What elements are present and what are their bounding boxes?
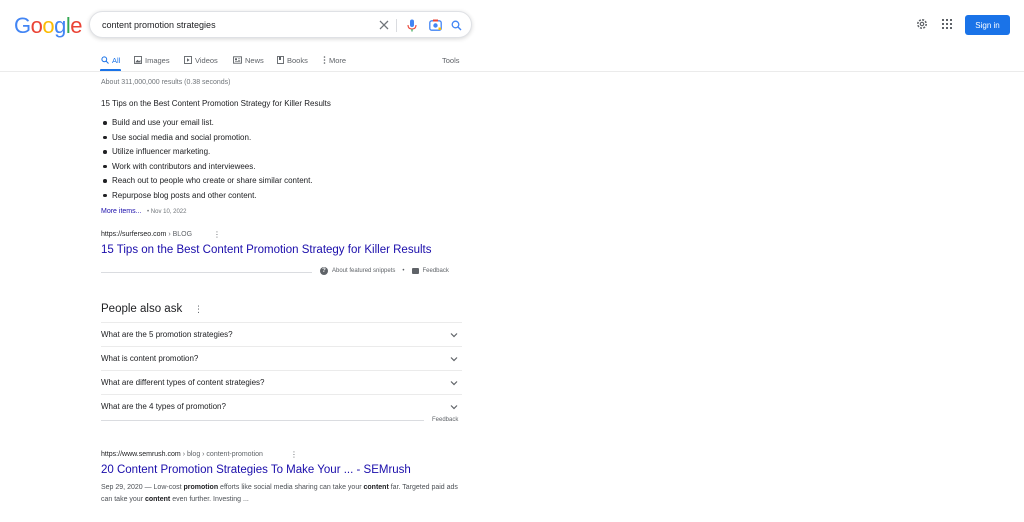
separator-dot: • bbox=[402, 268, 405, 274]
people-also-ask-heading: People also ask bbox=[101, 303, 183, 315]
snippet-bold-text: content bbox=[144, 496, 171, 503]
tab-books[interactable]: Books bbox=[277, 53, 308, 67]
help-icon: ? bbox=[320, 267, 328, 275]
tab-label: Videos bbox=[195, 55, 218, 65]
paa-options-icon[interactable]: ⋮ bbox=[194, 304, 203, 315]
tab-tools[interactable]: Tools bbox=[442, 53, 460, 67]
featured-snippet-list: Build and use your email list. Use socia… bbox=[101, 116, 313, 203]
google-logo[interactable]: Google bbox=[14, 13, 83, 39]
logo-letter: e bbox=[70, 13, 83, 38]
chevron-down-icon bbox=[450, 333, 458, 338]
camera-lens-icon[interactable] bbox=[427, 17, 443, 33]
microphone-icon[interactable] bbox=[404, 17, 420, 33]
logo-letter: g bbox=[54, 13, 66, 38]
cite-domain: https://surferseo.com bbox=[101, 231, 167, 238]
paa-question[interactable]: What are the 5 promotion strategies? bbox=[101, 322, 462, 346]
book-icon bbox=[277, 56, 284, 64]
sign-in-button[interactable]: Sign in bbox=[965, 15, 1010, 35]
more-vert-icon bbox=[323, 56, 326, 64]
tab-all[interactable]: All bbox=[101, 53, 120, 67]
tab-videos[interactable]: Videos bbox=[184, 53, 218, 67]
search-divider bbox=[396, 19, 397, 32]
paa-question[interactable]: What is content promotion? bbox=[101, 346, 462, 370]
logo-letter: o bbox=[42, 13, 55, 38]
chevron-down-icon bbox=[450, 381, 458, 386]
apps-grid-icon[interactable] bbox=[939, 16, 955, 32]
snippet-text: efforts like social media sharing can ta… bbox=[218, 484, 364, 491]
clear-icon[interactable] bbox=[376, 17, 392, 33]
paa-question-text: What are different types of content stra… bbox=[101, 378, 265, 387]
paa-question-text: What are the 5 promotion strategies? bbox=[101, 330, 233, 339]
list-item: Utilize influencer marketing. bbox=[101, 145, 313, 160]
snippet-text: even further. Investing ... bbox=[170, 496, 249, 503]
tab-label: All bbox=[112, 55, 121, 65]
news-icon bbox=[233, 56, 242, 64]
logo-letter: o bbox=[30, 13, 43, 38]
chevron-down-icon bbox=[450, 357, 458, 362]
logo-letter: G bbox=[14, 13, 31, 38]
list-item: Build and use your email list. bbox=[101, 116, 313, 131]
search-tabs: All Images Videos News Books More Tools bbox=[0, 48, 1024, 72]
result-snippet: Sep 29, 2020 — Low-cost promotion effort… bbox=[101, 482, 461, 506]
search-input[interactable] bbox=[102, 17, 362, 33]
result-stats: About 311,000,000 results (0.38 seconds) bbox=[101, 79, 231, 86]
more-items-link[interactable]: More items... bbox=[101, 208, 141, 215]
list-item: Repurpose blog posts and other content. bbox=[101, 189, 313, 204]
snippet-bold-text: promotion bbox=[183, 484, 219, 491]
result-title-link[interactable]: 15 Tips on the Best Content Promotion St… bbox=[101, 244, 431, 256]
tab-label: News bbox=[245, 55, 264, 65]
feedback-icon bbox=[411, 268, 419, 274]
feedback-link[interactable]: Feedback bbox=[423, 268, 449, 274]
tab-label: Books bbox=[287, 55, 308, 65]
search-box[interactable] bbox=[89, 11, 472, 38]
paa-question-text: What is content promotion? bbox=[101, 354, 199, 363]
result-options-icon[interactable]: ⋮ bbox=[213, 230, 221, 239]
paa-question[interactable]: What are the 4 types of promotion? bbox=[101, 394, 462, 418]
settings-gear-icon[interactable] bbox=[914, 16, 930, 32]
paa-question-text: What are the 4 types of promotion? bbox=[101, 402, 226, 411]
tab-images[interactable]: Images bbox=[134, 53, 170, 67]
result-citation: https://www.semrush.com › blog › content… bbox=[101, 451, 263, 458]
snippet-footer: ? About featured snippets • Feedback bbox=[320, 267, 449, 275]
result-title-link[interactable]: 20 Content Promotion Strategies To Make … bbox=[101, 464, 411, 476]
chevron-down-icon bbox=[450, 405, 458, 410]
header: Google Sign in bbox=[0, 0, 1024, 48]
snippet-date: • Nov 10, 2022 bbox=[147, 209, 187, 215]
search-icon bbox=[101, 56, 109, 64]
cite-domain: https://www.semrush.com bbox=[101, 451, 181, 458]
cite-path: › BLOG bbox=[168, 231, 193, 238]
tab-news[interactable]: News bbox=[233, 53, 264, 67]
featured-snippet-heading: 15 Tips on the Best Content Promotion St… bbox=[101, 99, 331, 108]
paa-feedback-link[interactable]: Feedback bbox=[432, 417, 458, 423]
paa-question[interactable]: What are different types of content stra… bbox=[101, 370, 462, 394]
result-options-icon[interactable]: ⋮ bbox=[290, 450, 298, 459]
tab-more[interactable]: More bbox=[323, 53, 346, 67]
result-citation: https://surferseo.com › BLOG bbox=[101, 231, 192, 238]
divider bbox=[101, 272, 312, 273]
active-tab-indicator bbox=[100, 69, 121, 71]
image-icon bbox=[134, 56, 142, 64]
snippet-bold-text: content bbox=[363, 484, 389, 491]
about-featured-snippets-link[interactable]: About featured snippets bbox=[332, 268, 395, 274]
tab-label: Tools bbox=[442, 55, 460, 65]
cite-path: › blog › content-promotion bbox=[182, 451, 263, 458]
divider bbox=[101, 420, 424, 421]
tab-label: More bbox=[329, 55, 347, 65]
search-icon[interactable] bbox=[448, 17, 464, 33]
snippet-text: Sep 29, 2020 — Low-cost bbox=[101, 484, 184, 491]
video-icon bbox=[184, 56, 192, 64]
list-item: Reach out to people who create or share … bbox=[101, 174, 313, 189]
tab-label: Images bbox=[145, 55, 170, 65]
list-item: Work with contributors and interviewees. bbox=[101, 160, 313, 175]
list-item: Use social media and social promotion. bbox=[101, 131, 313, 146]
